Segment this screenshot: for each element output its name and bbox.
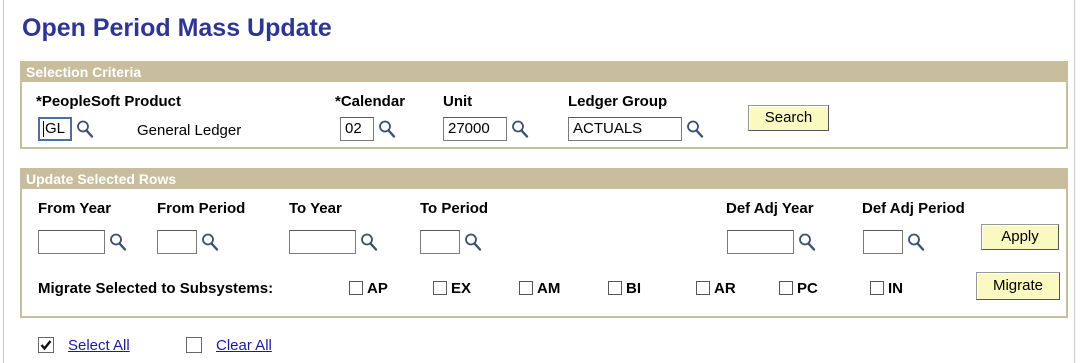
subsystem-in-label: IN [888,280,903,297]
subsystem-ar-checkbox[interactable] [696,281,710,295]
subsystem-ex-checkbox[interactable] [433,281,447,295]
ledger-group-lookup-icon[interactable] [686,119,704,139]
page-frame: Open Period Mass Update Selection Criter… [3,0,1075,363]
migrate-label: Migrate Selected to Subsystems: [38,280,274,297]
subsystem-pc-label: PC [797,280,818,297]
to-period-input[interactable] [420,230,460,254]
selection-criteria-group: Selection Criteria *PeopleSoft Product G… [20,61,1068,149]
update-rows-header: Update Selected Rows [22,170,1066,189]
subsystem-in-checkbox[interactable] [870,281,884,295]
subsystem-ex-label: EX [451,280,472,297]
from-period-input[interactable] [157,230,197,254]
product-value: GL [45,120,66,137]
from-year-input[interactable] [38,230,105,254]
subsystem-ap-label: AP [367,280,388,297]
ledger-group-label: Ledger Group [568,93,668,110]
checkmark-icon [40,340,52,351]
def-adj-period-label: Def Adj Period [862,200,965,217]
calendar-lookup-icon[interactable] [378,119,396,139]
to-year-input[interactable] [289,230,356,254]
def-adj-year-input[interactable] [727,230,794,254]
subsystem-am-checkbox[interactable] [519,281,533,295]
product-description: General Ledger [137,122,242,139]
def-adj-year-lookup-icon[interactable] [798,232,816,252]
to-period-label: To Period [420,200,489,217]
clear-all-link[interactable]: Clear All [216,337,272,354]
select-all-link[interactable]: Select All [68,337,130,354]
from-year-label: From Year [38,200,112,217]
subsystem-ar-label: AR [714,280,736,297]
to-year-lookup-icon[interactable] [360,232,378,252]
unit-label: Unit [443,93,473,110]
unit-input[interactable]: 27000 [443,117,507,141]
select-all-checkbox-checked[interactable] [38,337,54,353]
from-period-label: From Period [157,200,246,217]
calendar-input[interactable]: 02 [340,117,374,141]
to-period-lookup-icon[interactable] [464,232,482,252]
update-rows-group: Update Selected Rows From Year From Peri… [20,168,1068,318]
def-adj-period-input[interactable] [863,230,903,254]
clear-all-checkbox[interactable] [186,337,202,353]
search-button[interactable]: Search [748,105,829,131]
apply-button[interactable]: Apply [981,224,1059,250]
product-lookup-icon[interactable] [76,119,94,139]
def-adj-year-label: Def Adj Year [726,200,814,217]
subsystem-bi-label: BI [626,280,641,297]
subsystem-ap-checkbox[interactable] [349,281,363,295]
selection-criteria-header: Selection Criteria [22,63,1066,82]
from-year-lookup-icon[interactable] [109,232,127,252]
ledger-group-input[interactable]: ACTUALS [568,117,682,141]
product-input[interactable]: GL [38,117,72,141]
product-label: *PeopleSoft Product [36,93,182,110]
text-caret [43,121,44,138]
to-year-label: To Year [289,200,342,217]
unit-lookup-icon[interactable] [511,119,529,139]
def-adj-period-lookup-icon[interactable] [907,232,925,252]
subsystem-am-label: AM [537,280,561,297]
subsystem-bi-checkbox[interactable] [608,281,622,295]
calendar-label: *Calendar [335,93,406,110]
subsystem-pc-checkbox[interactable] [779,281,793,295]
from-period-lookup-icon[interactable] [201,232,219,252]
page-title: Open Period Mass Update [22,14,332,42]
migrate-button[interactable]: Migrate [976,272,1060,300]
